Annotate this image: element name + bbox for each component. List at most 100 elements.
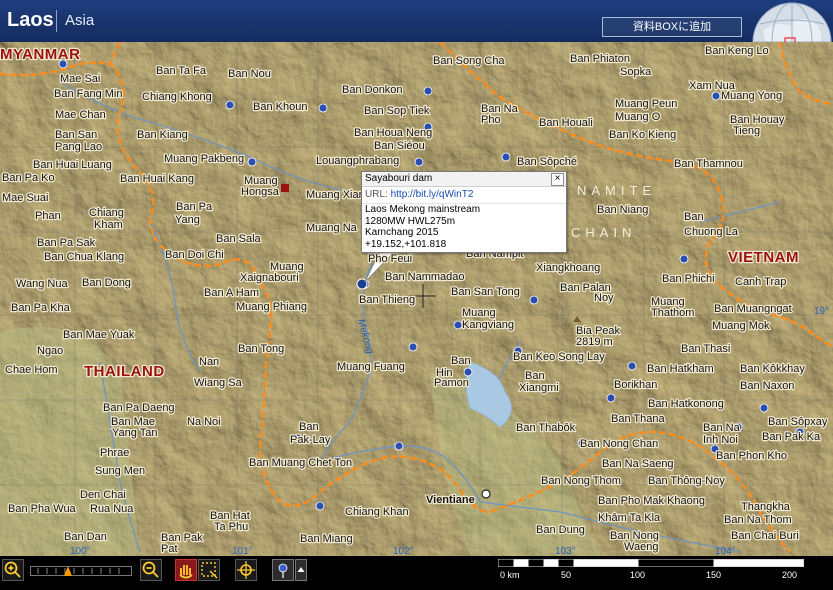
place-label: Ban Huai Kang [120, 173, 194, 185]
place-label: Muang Fuang [337, 361, 405, 373]
place-label: Phan [35, 210, 61, 222]
place-label: Thathom [651, 307, 694, 319]
place-label: Khâm Ta Kla [598, 512, 661, 524]
place-label: Muang Peun [615, 98, 677, 110]
place-label: Ban Dong [82, 277, 131, 289]
place-label: Ban Muangngat [714, 303, 792, 315]
scale-label: 50 [561, 570, 572, 580]
place-label: Ban Phiaton [570, 53, 630, 65]
place-label: Chuong La [684, 226, 739, 238]
place-label: Ban Nou [228, 68, 271, 80]
capital-label: Vientiane [426, 494, 475, 506]
place-label: Ban Siéou [374, 140, 425, 152]
place-label: 2819 m [576, 336, 613, 348]
scale-label: 100 [630, 570, 646, 580]
place-label: Ban Thamnou [674, 158, 743, 170]
place-label: Pang Lao [55, 141, 102, 153]
place-label: Ban Kôkkhay [740, 363, 805, 375]
place-label: Ban Muang Chet Ton [249, 457, 352, 469]
place-label: Ban Mae Yuak [63, 329, 135, 341]
map-toolbar: 0 km 50 100 150 200 [0, 556, 833, 590]
place-label: Na Noi [187, 416, 221, 428]
longitude-label: 100° [70, 546, 91, 556]
place-label: Sopka [620, 66, 652, 78]
header-separator [56, 10, 57, 32]
place-label: Pho [481, 114, 501, 126]
scale-bar [498, 559, 804, 567]
place-label: Ban Pa Daeng [103, 402, 175, 414]
place-label: Sung Men [95, 465, 145, 477]
place-label: Ban [451, 355, 471, 367]
place-label: Den Chai [80, 489, 126, 501]
place-label: Ban Hatkonong [648, 398, 724, 410]
place-label: Ban Dung [536, 524, 585, 536]
place-label: Ban Na Saeng [602, 458, 674, 470]
place-label: Muang [462, 307, 496, 319]
hand-tool-icon[interactable] [175, 559, 197, 581]
place-label: Pamon [434, 377, 469, 389]
marker-layer-icon[interactable] [272, 559, 294, 581]
zoom-out-icon[interactable] [140, 559, 162, 581]
place-label: Ta Phu [214, 521, 248, 533]
place-label: Phrae [100, 447, 129, 459]
popup-url-row: URL: http://bit.ly/qWinT2 [362, 187, 566, 204]
place-label: Ban Pa [176, 201, 213, 213]
region-label: NAMITE [577, 183, 656, 198]
popup-url-label: URL: [365, 189, 388, 200]
place-label: Ban Pak Ka [762, 431, 821, 443]
place-label: Ban Ko Kieng [609, 129, 676, 141]
place-label: Ban Chai Buri [731, 530, 799, 542]
place-label: Xiangkhoang [536, 262, 600, 274]
place-label: Chiang [89, 207, 124, 219]
place-label: Ban Phon Kho [716, 450, 787, 462]
place-label: Wiang Sa [194, 377, 243, 389]
place-label: Ban Miang [300, 533, 353, 545]
place-label: Thangkha [741, 501, 791, 513]
place-label: Ban A Ham [204, 287, 259, 299]
place-label: Muang Yong [721, 90, 782, 102]
place-label: Ban Chua Klang [44, 251, 124, 263]
place-label: Ban Nong Thom [541, 475, 621, 487]
place-label: Mae Chan [55, 109, 106, 121]
place-label: Ban San [55, 129, 97, 141]
center-target-icon[interactable] [235, 559, 257, 581]
scale-label: 200 [782, 570, 798, 580]
place-label: Ban Sop Tiek [364, 105, 430, 117]
power-plant-icon [281, 184, 289, 192]
place-label: Ban Niang [597, 204, 648, 216]
place-label: Mae Suai [2, 192, 48, 204]
place-label: Ban Kiang [137, 129, 188, 141]
country-label: VIETNAM [728, 249, 799, 266]
dam-info-popup: Sayabouri dam × URL: http://bit.ly/qWinT… [361, 171, 567, 253]
place-label: Muang O [615, 111, 661, 123]
place-label: Nan [199, 356, 219, 368]
place-label: Waeng [624, 541, 658, 553]
scale-label: 0 km [500, 570, 520, 580]
place-label: Ban Sala [216, 233, 262, 245]
zoom-slider[interactable] [30, 563, 132, 579]
add-to-databox-button[interactable]: 資料BOXに追加 [602, 17, 742, 37]
place-label: Ban Huai Luang [33, 159, 112, 171]
popup-url-link[interactable]: http://bit.ly/qWinT2 [391, 189, 474, 200]
longitude-label: 103° [555, 546, 576, 556]
select-box-icon[interactable] [198, 559, 220, 581]
place-label: Ban Naxon [740, 380, 794, 392]
popup-detail-line: 1280MW HWL275m [365, 215, 456, 227]
popup-detail-line: +19.152,+101.818 [365, 238, 447, 250]
place-label: Ban Thieng [359, 294, 415, 306]
place-label: Ban Hatkham [647, 363, 714, 375]
terrain-map[interactable]: Mae Sai Ban Fang Min Mae Chan Ban San Pa… [0, 42, 833, 556]
popup-close-button[interactable]: × [551, 173, 564, 186]
place-label: Mae Sai [60, 73, 100, 85]
place-label: Hongsa [241, 186, 280, 198]
place-label: Ban Thông-Noy [648, 475, 725, 487]
place-label: Muang Pakbeng [164, 153, 244, 165]
marker-menu-arrow-icon[interactable] [295, 559, 307, 581]
zoom-in-icon[interactable] [2, 559, 24, 581]
latitude-label: 19° [814, 306, 829, 317]
popup-title: Sayabouri dam [362, 172, 566, 187]
place-label: Kham [94, 219, 123, 231]
place-label: Ban Khoun [253, 101, 307, 113]
region-label: CHAIN [571, 225, 636, 240]
scale-label: 150 [706, 570, 722, 580]
